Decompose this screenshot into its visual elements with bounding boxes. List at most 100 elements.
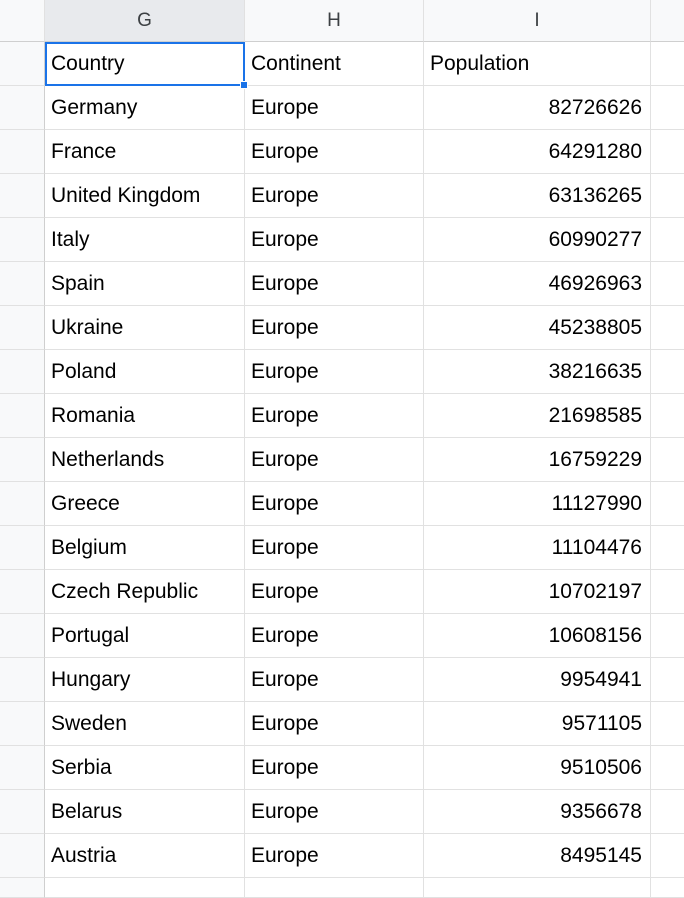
cell-country[interactable]: Serbia: [45, 746, 245, 790]
cell-continent[interactable]: Europe: [245, 350, 424, 394]
cell-country[interactable]: Poland: [45, 350, 245, 394]
select-all-corner[interactable]: [0, 0, 45, 42]
cell-empty[interactable]: [651, 350, 684, 394]
cell-country[interactable]: Ukraine: [45, 306, 245, 350]
row-number[interactable]: [0, 130, 45, 174]
row-number[interactable]: [0, 702, 45, 746]
cell-country[interactable]: Hungary: [45, 658, 245, 702]
cell[interactable]: [651, 878, 684, 898]
row-number[interactable]: [0, 658, 45, 702]
cell-empty[interactable]: [651, 702, 684, 746]
row-number[interactable]: [0, 878, 45, 898]
cell-country[interactable]: Belgium: [45, 526, 245, 570]
cell-population[interactable]: 63136265: [424, 174, 651, 218]
cell-population[interactable]: 60990277: [424, 218, 651, 262]
cell-country[interactable]: Romania: [45, 394, 245, 438]
cell-empty[interactable]: [651, 218, 684, 262]
cell[interactable]: [245, 878, 424, 898]
cell-empty[interactable]: [651, 570, 684, 614]
cell-country[interactable]: Italy: [45, 218, 245, 262]
cell-empty[interactable]: [651, 614, 684, 658]
cell-empty[interactable]: [651, 130, 684, 174]
row-number[interactable]: [0, 482, 45, 526]
row-number[interactable]: [0, 306, 45, 350]
row-number[interactable]: [0, 570, 45, 614]
cell-empty[interactable]: [651, 394, 684, 438]
cell-population[interactable]: 38216635: [424, 350, 651, 394]
cell-empty[interactable]: [651, 306, 684, 350]
cell-continent[interactable]: Europe: [245, 702, 424, 746]
cell-population[interactable]: 11104476: [424, 526, 651, 570]
column-header-g[interactable]: G: [45, 0, 245, 42]
cell-continent[interactable]: Europe: [245, 262, 424, 306]
row-number[interactable]: [0, 438, 45, 482]
cell-continent[interactable]: Europe: [245, 174, 424, 218]
cell-population[interactable]: 9510506: [424, 746, 651, 790]
cell-population[interactable]: 9571105: [424, 702, 651, 746]
cell-continent[interactable]: Europe: [245, 790, 424, 834]
column-header-i[interactable]: I: [424, 0, 651, 42]
cell-continent[interactable]: Europe: [245, 526, 424, 570]
cell-population[interactable]: 10608156: [424, 614, 651, 658]
cell-country[interactable]: Sweden: [45, 702, 245, 746]
cell-empty[interactable]: [651, 790, 684, 834]
cell-population[interactable]: 9356678: [424, 790, 651, 834]
cell-country[interactable]: Greece: [45, 482, 245, 526]
cell-continent[interactable]: Europe: [245, 306, 424, 350]
cell-country[interactable]: Germany: [45, 86, 245, 130]
cell-empty[interactable]: [651, 174, 684, 218]
cell-empty[interactable]: [651, 658, 684, 702]
cell-empty[interactable]: [651, 262, 684, 306]
cell-country[interactable]: France: [45, 130, 245, 174]
cell-population[interactable]: 64291280: [424, 130, 651, 174]
cell-country[interactable]: Belarus: [45, 790, 245, 834]
row-number[interactable]: [0, 834, 45, 878]
cell-country[interactable]: United Kingdom: [45, 174, 245, 218]
cell-population[interactable]: 10702197: [424, 570, 651, 614]
row-number[interactable]: [0, 746, 45, 790]
cell-continent[interactable]: Europe: [245, 834, 424, 878]
cell-continent[interactable]: Europe: [245, 746, 424, 790]
cell-population[interactable]: 8495145: [424, 834, 651, 878]
cell-population[interactable]: 45238805: [424, 306, 651, 350]
cell-population[interactable]: 11127990: [424, 482, 651, 526]
row-number[interactable]: [0, 174, 45, 218]
column-header-j[interactable]: [651, 0, 684, 42]
cell-continent[interactable]: Europe: [245, 394, 424, 438]
cell-continent[interactable]: Europe: [245, 482, 424, 526]
cell-population[interactable]: 46926963: [424, 262, 651, 306]
row-number[interactable]: [0, 394, 45, 438]
cell-continent[interactable]: Europe: [245, 614, 424, 658]
cell-continent-header[interactable]: Continent: [245, 42, 424, 86]
row-number[interactable]: [0, 262, 45, 306]
row-number[interactable]: [0, 350, 45, 394]
cell-continent[interactable]: Europe: [245, 438, 424, 482]
row-number[interactable]: [0, 86, 45, 130]
cell-empty[interactable]: [651, 42, 684, 86]
cell-country[interactable]: Austria: [45, 834, 245, 878]
cell-country[interactable]: Portugal: [45, 614, 245, 658]
cell[interactable]: [45, 878, 245, 898]
cell-empty[interactable]: [651, 86, 684, 130]
cell-empty[interactable]: [651, 482, 684, 526]
cell-country[interactable]: Spain: [45, 262, 245, 306]
cell-empty[interactable]: [651, 834, 684, 878]
row-number[interactable]: [0, 218, 45, 262]
cell-empty[interactable]: [651, 746, 684, 790]
cell-country[interactable]: Netherlands: [45, 438, 245, 482]
cell-continent[interactable]: Europe: [245, 218, 424, 262]
row-number[interactable]: [0, 526, 45, 570]
cell[interactable]: [424, 878, 651, 898]
cell-population[interactable]: 16759229: [424, 438, 651, 482]
cell-country-header[interactable]: Country: [45, 42, 245, 86]
row-number[interactable]: [0, 42, 45, 86]
cell-continent[interactable]: Europe: [245, 570, 424, 614]
cell-continent[interactable]: Europe: [245, 130, 424, 174]
cell-continent[interactable]: Europe: [245, 658, 424, 702]
cell-population[interactable]: 9954941: [424, 658, 651, 702]
cell-empty[interactable]: [651, 526, 684, 570]
cell-continent[interactable]: Europe: [245, 86, 424, 130]
row-number[interactable]: [0, 614, 45, 658]
row-number[interactable]: [0, 790, 45, 834]
cell-population-header[interactable]: Population: [424, 42, 651, 86]
